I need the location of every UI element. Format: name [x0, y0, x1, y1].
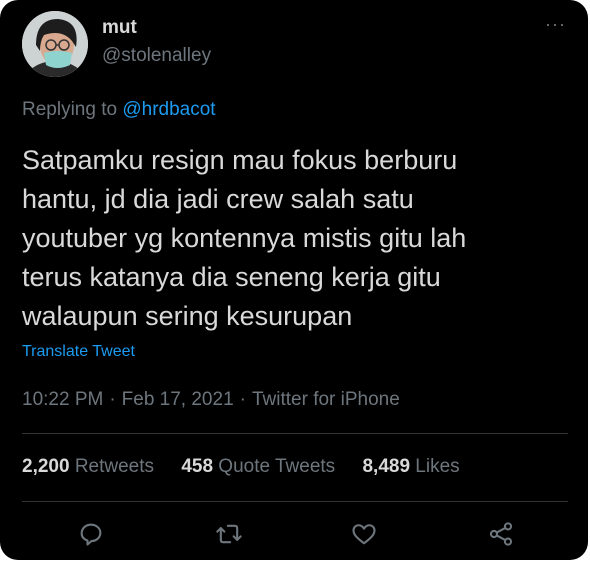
quote-tweets-count: 458 [181, 456, 214, 477]
retweets-stat[interactable]: 2,200 Retweets [22, 456, 154, 478]
tweet-date[interactable]: Feb 17, 2021 [122, 389, 234, 410]
retweet-icon[interactable] [215, 520, 243, 548]
tweet-card: mut @stolenalley ··· Replying to @hrdbac… [0, 0, 588, 560]
reply-target-link[interactable]: @hrdbacot [122, 99, 215, 120]
display-name[interactable]: mut [102, 17, 137, 39]
like-icon[interactable] [350, 520, 378, 548]
action-bar [0, 516, 588, 556]
retweets-count: 2,200 [22, 456, 70, 477]
share-icon[interactable] [487, 520, 515, 548]
divider [22, 501, 568, 502]
tweet-time[interactable]: 10:22 PM [22, 389, 103, 410]
replying-prefix: Replying to [22, 99, 123, 120]
avatar[interactable] [22, 11, 88, 77]
user-handle[interactable]: @stolenalley [102, 45, 211, 67]
reply-icon[interactable] [77, 520, 105, 548]
translate-tweet-link[interactable]: Translate Tweet [22, 343, 135, 361]
tweet-line: Satpamku resign mau fokus berburu [22, 145, 458, 175]
tweet-source[interactable]: Twitter for iPhone [252, 389, 400, 410]
more-icon[interactable]: ··· [545, 14, 566, 35]
quote-tweets-label: Quote Tweets [218, 456, 336, 477]
meta-separator: · [109, 389, 116, 410]
likes-label: Likes [415, 456, 460, 477]
tweet-text: Satpamku resign mau fokus berburu hantu,… [22, 141, 562, 336]
tweet-line: youtuber yg kontennya mistis gitu lah [22, 223, 467, 253]
replying-to: Replying to @hrdbacot [22, 99, 216, 121]
likes-count: 8,489 [362, 456, 411, 477]
tweet-meta: 10:22 PM · Feb 17, 2021 · Twitter for iPhone [22, 389, 400, 411]
quote-tweets-stat[interactable]: 458 Quote Tweets [181, 456, 335, 478]
divider [22, 433, 568, 434]
tweet-line: hantu, jd dia jadi crew salah satu [22, 184, 414, 214]
profile-photo-icon [22, 11, 88, 77]
likes-stat[interactable]: 8,489 Likes [362, 456, 459, 478]
retweets-label: Retweets [74, 456, 155, 477]
tweet-line: terus katanya dia seneng kerja gitu [22, 262, 441, 292]
tweet-stats: 2,200 Retweets 458 Quote Tweets 8,489 Li… [22, 456, 482, 478]
tweet-line: walaupun sering kesurupan [22, 301, 353, 331]
meta-separator: · [239, 389, 246, 410]
